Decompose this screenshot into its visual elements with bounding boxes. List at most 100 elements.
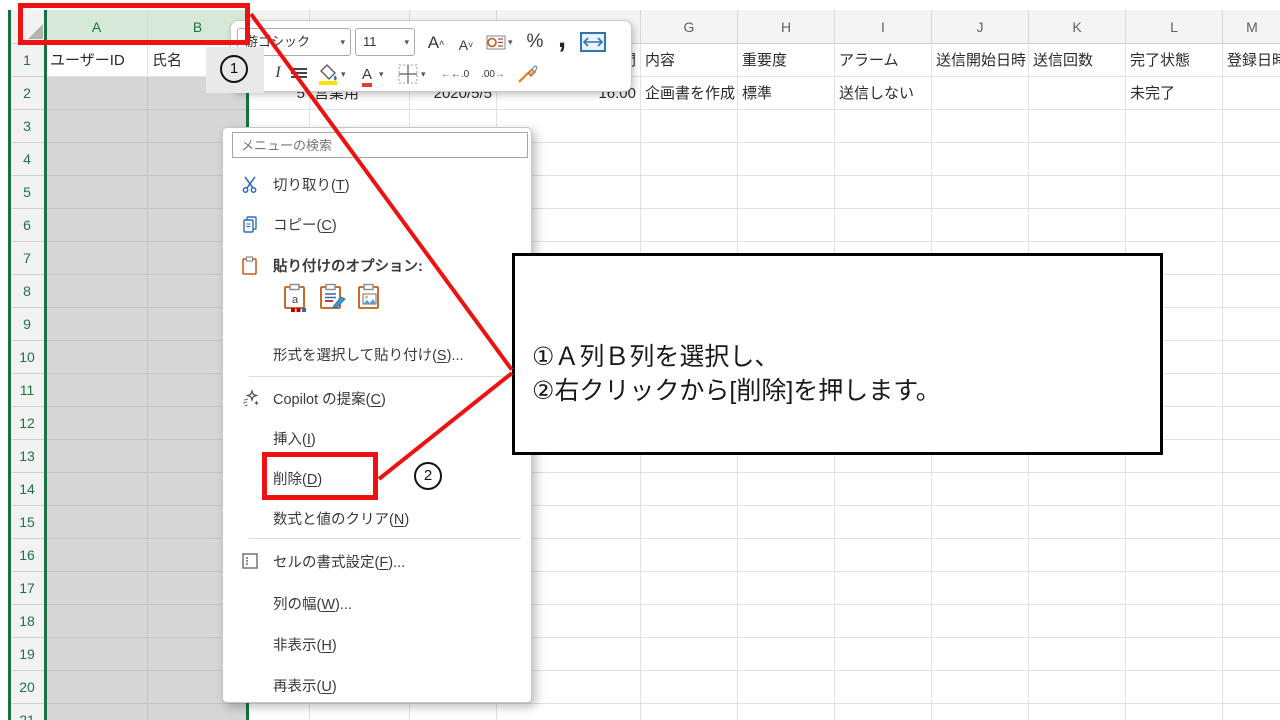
cell-H14[interactable] xyxy=(738,473,835,506)
cell-D21[interactable] xyxy=(310,704,410,720)
cell-L20[interactable] xyxy=(1126,671,1223,704)
cell-G15[interactable] xyxy=(641,506,738,539)
cell-J19[interactable] xyxy=(932,638,1029,671)
cell-A16[interactable] xyxy=(46,539,148,572)
cell-L3[interactable] xyxy=(1126,110,1223,143)
decrease-decimal-button[interactable]: ← ←.0 xyxy=(439,63,471,85)
chevron-down-icon[interactable]: ▾ xyxy=(379,69,384,80)
menu-item-unhide[interactable]: 再表示(U) xyxy=(223,665,531,705)
borders-button[interactable] xyxy=(397,63,419,85)
cell-J2[interactable] xyxy=(932,77,1029,110)
cell-I2[interactable]: 送信しない xyxy=(835,77,932,110)
cell-G17[interactable] xyxy=(641,572,738,605)
cell-K18[interactable] xyxy=(1029,605,1126,638)
row-header-7[interactable]: 7 xyxy=(8,242,46,275)
cell-A3[interactable] xyxy=(46,110,148,143)
cell-A17[interactable] xyxy=(46,572,148,605)
column-header-K[interactable]: K xyxy=(1029,10,1126,44)
cell-L2[interactable]: 未完了 xyxy=(1126,77,1223,110)
cell-M3[interactable] xyxy=(1223,110,1280,143)
cell-L16[interactable] xyxy=(1126,539,1223,572)
cell-K2[interactable] xyxy=(1029,77,1126,110)
cell-F21[interactable] xyxy=(497,704,641,720)
cell-H6[interactable] xyxy=(738,209,835,242)
cell-L14[interactable] xyxy=(1126,473,1223,506)
cell-G5[interactable] xyxy=(641,176,738,209)
cell-K4[interactable] xyxy=(1029,143,1126,176)
cell-I1[interactable]: アラーム xyxy=(835,44,932,77)
italic-button[interactable]: I xyxy=(271,61,285,85)
chevron-down-icon[interactable]: ▾ xyxy=(508,37,513,48)
row-header-14[interactable]: 14 xyxy=(8,473,46,506)
cell-A14[interactable] xyxy=(46,473,148,506)
cell-M10[interactable] xyxy=(1223,341,1280,374)
cell-K20[interactable] xyxy=(1029,671,1126,704)
cell-I18[interactable] xyxy=(835,605,932,638)
row-header-6[interactable]: 6 xyxy=(8,209,46,242)
cell-M20[interactable] xyxy=(1223,671,1280,704)
cell-H16[interactable] xyxy=(738,539,835,572)
cell-A9[interactable] xyxy=(46,308,148,341)
cell-H17[interactable] xyxy=(738,572,835,605)
cell-K1[interactable]: 送信回数 xyxy=(1029,44,1126,77)
cell-E21[interactable] xyxy=(410,704,497,720)
format-painter-button[interactable] xyxy=(515,61,541,87)
cell-I21[interactable] xyxy=(835,704,932,720)
cell-H4[interactable] xyxy=(738,143,835,176)
cell-H19[interactable] xyxy=(738,638,835,671)
cell-I4[interactable] xyxy=(835,143,932,176)
row-header-5[interactable]: 5 xyxy=(8,176,46,209)
cell-H3[interactable] xyxy=(738,110,835,143)
cell-M18[interactable] xyxy=(1223,605,1280,638)
cell-G1[interactable]: 内容 xyxy=(641,44,738,77)
cell-H18[interactable] xyxy=(738,605,835,638)
cell-A10[interactable] xyxy=(46,341,148,374)
cell-G6[interactable] xyxy=(641,209,738,242)
cell-A6[interactable] xyxy=(46,209,148,242)
cell-J1[interactable]: 送信開始日時 xyxy=(932,44,1029,77)
cell-H20[interactable] xyxy=(738,671,835,704)
cell-L19[interactable] xyxy=(1126,638,1223,671)
row-header-12[interactable]: 12 xyxy=(8,407,46,440)
cell-H2[interactable]: 標準 xyxy=(738,77,835,110)
cell-H1[interactable]: 重要度 xyxy=(738,44,835,77)
cell-H15[interactable] xyxy=(738,506,835,539)
row-header-13[interactable]: 13 xyxy=(8,440,46,473)
cell-G19[interactable] xyxy=(641,638,738,671)
menu-search-input[interactable] xyxy=(232,132,528,158)
cell-G21[interactable] xyxy=(641,704,738,720)
cell-K6[interactable] xyxy=(1029,209,1126,242)
row-header-17[interactable]: 17 xyxy=(8,572,46,605)
menu-item-column-width[interactable]: 列の幅(W)... xyxy=(223,583,531,623)
cell-L15[interactable] xyxy=(1126,506,1223,539)
cell-K14[interactable] xyxy=(1029,473,1126,506)
row-header-21[interactable]: 21 xyxy=(8,704,46,720)
cell-J21[interactable] xyxy=(932,704,1029,720)
cell-I15[interactable] xyxy=(835,506,932,539)
cell-M21[interactable] xyxy=(1223,704,1280,720)
cell-M7[interactable] xyxy=(1223,242,1280,275)
cell-M1[interactable]: 登録日時 xyxy=(1223,44,1280,77)
column-header-I[interactable]: I xyxy=(835,10,932,44)
font-color-button[interactable]: A xyxy=(357,63,377,87)
cell-G20[interactable] xyxy=(641,671,738,704)
cell-I17[interactable] xyxy=(835,572,932,605)
cell-A8[interactable] xyxy=(46,275,148,308)
cell-L17[interactable] xyxy=(1126,572,1223,605)
cell-L4[interactable] xyxy=(1126,143,1223,176)
column-header-J[interactable]: J xyxy=(932,10,1029,44)
cell-A21[interactable] xyxy=(46,704,148,720)
paste-picture-button[interactable] xyxy=(357,283,383,325)
cell-M13[interactable] xyxy=(1223,440,1280,473)
cell-A19[interactable] xyxy=(46,638,148,671)
cell-G16[interactable] xyxy=(641,539,738,572)
cell-A18[interactable] xyxy=(46,605,148,638)
cell-M12[interactable] xyxy=(1223,407,1280,440)
cell-I16[interactable] xyxy=(835,539,932,572)
cell-L18[interactable] xyxy=(1126,605,1223,638)
row-header-1[interactable]: 1 xyxy=(8,44,46,77)
cell-J14[interactable] xyxy=(932,473,1029,506)
chevron-down-icon[interactable]: ▾ xyxy=(421,69,426,80)
cell-K5[interactable] xyxy=(1029,176,1126,209)
chevron-down-icon[interactable]: ▾ xyxy=(341,69,346,80)
